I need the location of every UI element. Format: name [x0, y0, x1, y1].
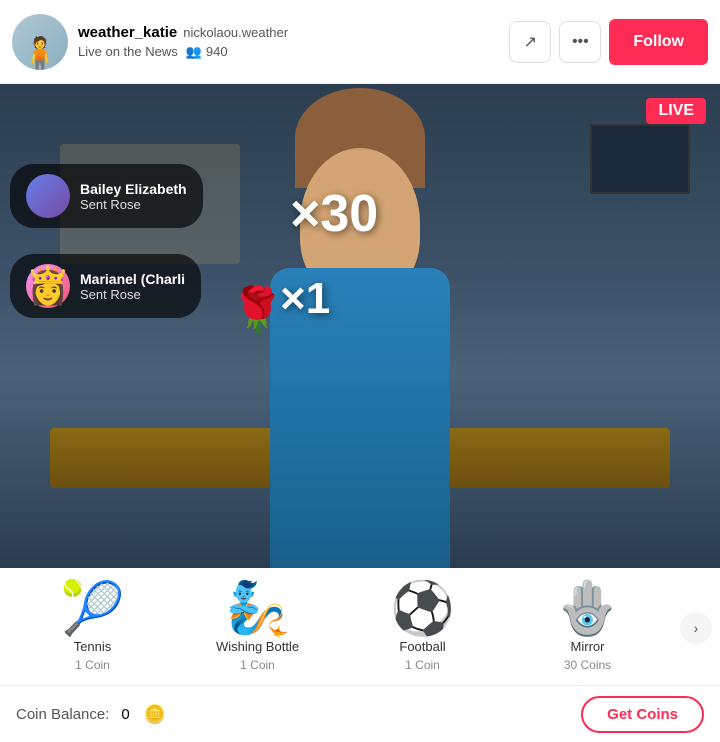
get-coins-button[interactable]: Get Coins — [581, 696, 704, 733]
share-button[interactable]: ↗ — [509, 21, 551, 63]
notif-action-2: Sent Rose — [80, 287, 185, 302]
gift-football[interactable]: ⚽ Football 1 Coin — [363, 579, 483, 676]
live-badge: LIVE — [646, 98, 706, 124]
coin-balance-label: Coin Balance: — [16, 706, 109, 723]
gift-tennis[interactable]: 🎾 Tennis 1 Coin — [33, 579, 153, 676]
mirror-cost: 30 Coins — [564, 658, 611, 672]
football-icon: ⚽ — [390, 583, 455, 635]
notif-action-1: Sent Rose — [80, 197, 187, 212]
header-actions: ↗ ••• Follow — [509, 19, 708, 65]
studio-screen — [590, 124, 690, 194]
gifts-arrow-button[interactable]: › — [680, 612, 712, 644]
video-container: Bailey Elizabeth Sent Rose 👸 Marianel (C… — [0, 84, 720, 568]
wishing-bottle-name: Wishing Bottle — [216, 639, 299, 654]
notif-avatar-1 — [26, 174, 70, 218]
coin-bar: Coin Balance: 0 🪙 Get Coins — [0, 686, 720, 742]
gifts-panel: 🎾 Tennis 1 Coin 🧞 Wishing Bottle 1 Coin … — [0, 568, 720, 686]
arrow-right-icon: › — [694, 620, 699, 636]
tennis-cost: 1 Coin — [75, 658, 110, 672]
multiplier-1: ×1 — [280, 274, 330, 324]
wishing-bottle-cost: 1 Coin — [240, 658, 275, 672]
gift-mirror[interactable]: 🪬 Mirror 30 Coins — [528, 579, 648, 676]
tennis-icon: 🎾 — [60, 583, 125, 635]
mirror-name: Mirror — [571, 639, 605, 654]
more-icon: ••• — [572, 33, 589, 51]
notification-2: 👸 Marianel (Charli Sent Rose — [10, 254, 201, 318]
coin-amount: 0 — [121, 706, 129, 723]
football-cost: 1 Coin — [405, 658, 440, 672]
follow-button[interactable]: Follow — [609, 19, 708, 65]
football-name: Football — [399, 639, 445, 654]
viewers-icon: 👥 — [186, 44, 202, 60]
header-info: weather_katie nickolaou.weather Live on … — [78, 24, 509, 60]
share-icon: ↗ — [524, 32, 537, 52]
wishing-bottle-icon: 🧞 — [225, 583, 290, 635]
live-status-text: Live on the News — [78, 44, 178, 59]
tennis-name: Tennis — [74, 639, 112, 654]
display-name: nickolaou.weather — [183, 25, 288, 40]
viewers-count: 👥 940 — [186, 44, 228, 60]
more-button[interactable]: ••• — [559, 21, 601, 63]
notif-name-1: Bailey Elizabeth — [80, 181, 187, 197]
notif-name-2: Marianel (Charli — [80, 271, 185, 287]
notif-avatar-2: 👸 — [26, 264, 70, 308]
gifts-scroll: 🎾 Tennis 1 Coin 🧞 Wishing Bottle 1 Coin … — [0, 579, 680, 676]
header: 🧍 weather_katie nickolaou.weather Live o… — [0, 0, 720, 84]
username: weather_katie — [78, 24, 177, 41]
avatar[interactable]: 🧍 — [12, 14, 68, 70]
notification-1: Bailey Elizabeth Sent Rose — [10, 164, 203, 228]
coin-icon: 🪙 — [144, 704, 166, 725]
rose-emoji: 🌹 — [230, 284, 285, 336]
multiplier-30: ×30 — [290, 184, 378, 244]
gift-wishing-bottle[interactable]: 🧞 Wishing Bottle 1 Coin — [198, 579, 318, 676]
mirror-icon: 🪬 — [555, 583, 620, 635]
